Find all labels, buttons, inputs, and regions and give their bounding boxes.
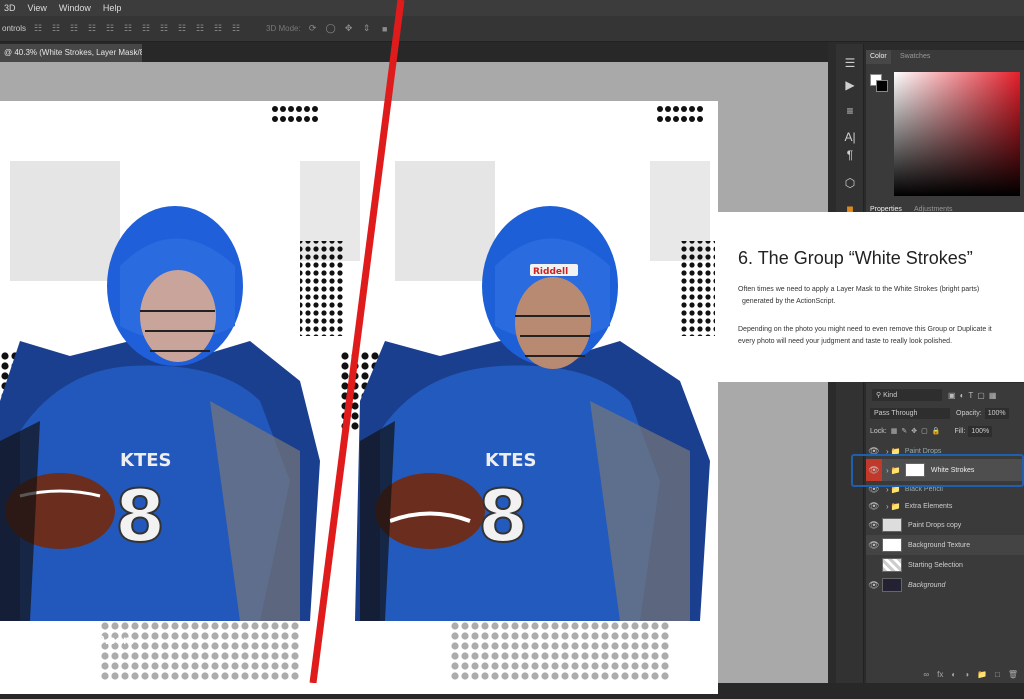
watermark-url: www.lfx20.com xyxy=(44,633,135,647)
before-after-divider xyxy=(309,0,405,683)
